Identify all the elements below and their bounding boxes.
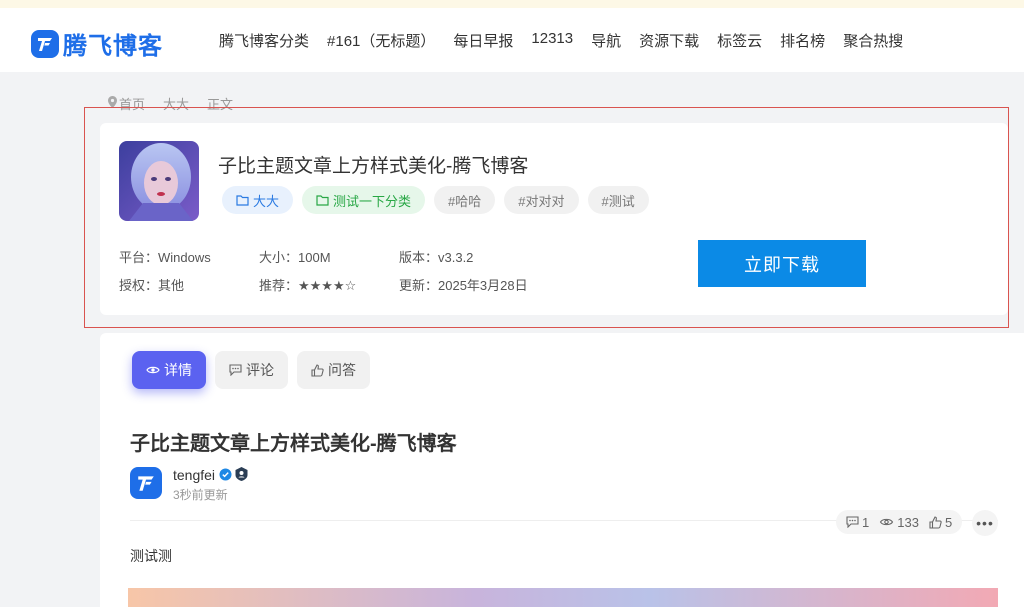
article-stats: 1 133 5 bbox=[836, 510, 963, 534]
breadcrumb: 首页 大大 正文 bbox=[108, 94, 233, 113]
view-count-value: 133 bbox=[897, 514, 919, 530]
tab-comments[interactable]: 评论 bbox=[215, 351, 288, 389]
nav-item-tag-cloud[interactable]: 标签云 bbox=[717, 30, 762, 51]
like-count-value: 5 bbox=[944, 514, 953, 530]
breadcrumb-current: 正文 bbox=[207, 97, 234, 112]
breadcrumb-category[interactable]: 大大 bbox=[163, 94, 189, 113]
tag-duiduidui[interactable]: #对对对 bbox=[504, 186, 579, 214]
article-image bbox=[128, 588, 998, 607]
nav-item-ranking[interactable]: 排名榜 bbox=[780, 30, 825, 51]
nav-item-category[interactable]: 腾飞博客分类 bbox=[219, 30, 309, 51]
meta-updated: 更新：2025年3月28日 bbox=[399, 278, 528, 293]
thumb-icon bbox=[929, 515, 942, 529]
comment-icon bbox=[229, 364, 242, 376]
meta-rating: 推荐：★★★★☆ bbox=[259, 278, 357, 293]
tag-category-test[interactable]: 测试一下分类 bbox=[302, 186, 426, 214]
logo-icon bbox=[31, 29, 59, 58]
author-name[interactable]: tengfei bbox=[173, 467, 215, 483]
comment-count[interactable]: 1 bbox=[846, 515, 869, 530]
level-badge-icon bbox=[235, 467, 248, 486]
meta-size: 大小：100M bbox=[259, 250, 331, 265]
site-logo[interactable]: 腾飞博客 bbox=[31, 26, 163, 61]
author-avatar[interactable] bbox=[130, 467, 162, 499]
folder-icon bbox=[316, 194, 329, 206]
article-title: 子比主题文章上方样式美化-腾飞博客 bbox=[130, 433, 457, 455]
download-button[interactable]: 立即下载 bbox=[698, 240, 866, 287]
resource-cover-image bbox=[119, 141, 199, 221]
logo-text: 腾飞博客 bbox=[63, 33, 163, 60]
main-nav: 腾飞博客分类 #161（无标题） 每日早报 12313 导航 资源下载 标签云 … bbox=[210, 30, 912, 51]
more-options-button[interactable]: ••• bbox=[972, 510, 998, 536]
tag-haha[interactable]: #哈哈 bbox=[434, 186, 496, 214]
tab-details[interactable]: 详情 bbox=[132, 351, 206, 389]
nav-item-downloads[interactable]: 资源下载 bbox=[639, 30, 699, 51]
tag-test[interactable]: #测试 bbox=[587, 186, 649, 214]
location-pin-icon bbox=[108, 96, 117, 111]
breadcrumb-home[interactable]: 首页 bbox=[119, 94, 145, 113]
resource-title: 子比主题文章上方样式美化-腾飞博客 bbox=[218, 156, 529, 177]
eye-icon bbox=[880, 518, 894, 526]
thumb-icon bbox=[311, 363, 324, 377]
tag-label: 测试一下分类 bbox=[333, 193, 412, 209]
view-count: 133 bbox=[879, 515, 919, 530]
nav-item-navigation[interactable]: 导航 bbox=[591, 30, 621, 51]
verified-badge-icon bbox=[219, 468, 232, 486]
update-time: 3秒前更新 bbox=[173, 488, 228, 502]
nav-item-hot-search[interactable]: 聚合热搜 bbox=[843, 30, 903, 51]
top-notice-strip bbox=[0, 0, 1024, 8]
like-count[interactable]: 5 bbox=[929, 515, 952, 530]
tab-qa[interactable]: 问答 bbox=[297, 351, 370, 389]
article-tabs: 详情 评论 问答 bbox=[132, 351, 379, 389]
nav-item-untitled[interactable]: #161（无标题） bbox=[327, 30, 435, 51]
article-body-text: 测试测 bbox=[130, 548, 172, 564]
eye-icon bbox=[146, 366, 160, 374]
tag-label: 大大 bbox=[253, 193, 280, 209]
tab-label: 问答 bbox=[328, 362, 356, 378]
comment-icon bbox=[846, 516, 859, 528]
folder-icon bbox=[236, 194, 249, 206]
tag-list: 大大 测试一下分类 #哈哈 #对对对 #测试 bbox=[222, 186, 658, 214]
comment-count-value: 1 bbox=[862, 514, 870, 530]
tab-label: 评论 bbox=[246, 362, 274, 378]
meta-platform: 平台：Windows bbox=[119, 250, 211, 265]
meta-version: 版本：v3.3.2 bbox=[399, 250, 474, 265]
nav-item-daily-news[interactable]: 每日早报 bbox=[453, 30, 513, 51]
article-card: 详情 评论 问答 子比主题文章上方样式美化-腾飞博客 tengfei 3秒前更新… bbox=[100, 333, 1024, 607]
tab-label: 详情 bbox=[164, 362, 192, 378]
nav-item-12313[interactable]: 12313 bbox=[531, 30, 573, 51]
site-header: 腾飞博客 腾飞博客分类 #161（无标题） 每日早报 12313 导航 资源下载… bbox=[0, 8, 1024, 72]
tag-category-dada[interactable]: 大大 bbox=[222, 186, 294, 214]
download-card: 子比主题文章上方样式美化-腾飞博客 大大 测试一下分类 #哈哈 #对对对 #测试… bbox=[100, 123, 1008, 315]
meta-license: 授权：其他 bbox=[119, 278, 185, 293]
